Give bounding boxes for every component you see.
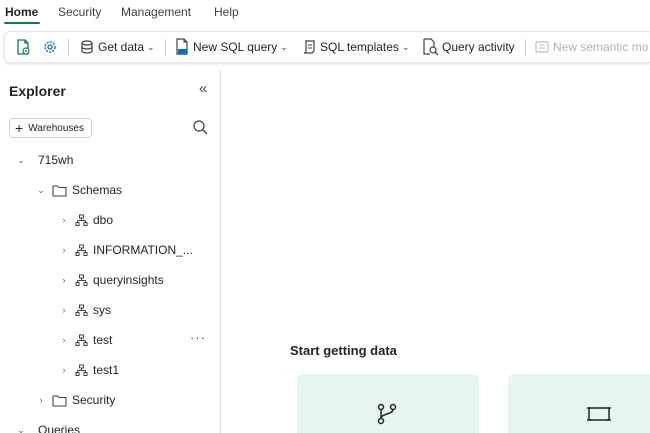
tree-item-schema[interactable]: › INFORMATION_... <box>59 240 193 260</box>
document-search-icon <box>423 38 439 56</box>
menu-help[interactable]: Help <box>214 5 239 19</box>
schema-icon <box>75 364 88 376</box>
tree-item-label: Queries <box>38 423 81 433</box>
tree-item-label: dbo <box>93 213 114 227</box>
new-sql-query-button[interactable]: New SQL query ⌄ <box>174 32 288 62</box>
tree-item-warehouse[interactable]: ⌄ 715wh <box>16 150 73 170</box>
tree-item-label: INFORMATION_... <box>93 243 193 257</box>
table-icon <box>587 407 611 421</box>
more-options-icon[interactable]: ··· <box>190 330 206 345</box>
toolbar-separator <box>68 39 69 56</box>
database-icon <box>81 40 93 54</box>
new-sql-query-label: New SQL query <box>193 40 278 54</box>
collapse-pane-icon[interactable]: « <box>199 80 207 97</box>
tree-item-label: test1 <box>93 363 120 377</box>
explorer-title: Explorer <box>9 83 66 99</box>
chevron-down-icon: ⌄ <box>17 154 25 165</box>
chevron-right-icon: › <box>39 395 43 405</box>
folder-icon <box>52 394 67 407</box>
plus-icon: + <box>15 120 24 136</box>
tree-item-label: Security <box>72 393 116 407</box>
chevron-down-icon: ⌄ <box>147 41 155 52</box>
chevron-right-icon: › <box>62 365 66 375</box>
document-sync-icon <box>17 39 30 55</box>
get-data-button[interactable]: Get data ⌄ <box>79 32 155 62</box>
tree-item-security[interactable]: › Security <box>36 390 116 410</box>
script-template-icon <box>303 40 315 54</box>
toolbar-separator <box>525 39 526 56</box>
schema-icon <box>75 304 88 316</box>
chevron-right-icon: › <box>62 245 66 255</box>
menu-home-underline <box>4 22 40 24</box>
chevron-right-icon: › <box>62 305 66 315</box>
schema-icon <box>75 244 88 256</box>
schema-icon <box>75 334 88 346</box>
menu-management[interactable]: Management <box>121 5 191 19</box>
chevron-right-icon: › <box>62 335 66 345</box>
add-warehouses-label: Warehouses <box>28 122 84 134</box>
add-warehouses-button[interactable]: + Warehouses <box>9 118 92 138</box>
tree-item-schema[interactable]: › test ··· <box>59 330 211 350</box>
menu-security[interactable]: Security <box>58 5 101 19</box>
dataflow-card[interactable] <box>508 374 650 433</box>
new-semantic-model-label: New semantic mo <box>553 40 649 54</box>
menu-home[interactable]: Home <box>5 5 38 19</box>
chevron-down-icon: ⌄ <box>37 184 45 195</box>
tree-item-schema[interactable]: › dbo <box>59 210 114 230</box>
sql-templates-label: SQL templates <box>320 40 399 54</box>
query-activity-label: Query activity <box>442 40 515 54</box>
chevron-down-icon: ⌄ <box>401 41 410 52</box>
schema-icon <box>75 274 88 286</box>
chevron-down-icon: ⌄ <box>17 424 25 433</box>
explorer-panel: Explorer « + Warehouses ⌄ 715wh ⌄ Schema… <box>0 70 221 433</box>
get-data-label: Get data <box>98 40 145 54</box>
tree-item-schema[interactable]: › sys <box>59 300 112 320</box>
ribbon-toolbar: Get data ⌄ New SQL query ⌄ SQL templates… <box>4 31 650 63</box>
pipeline-card[interactable] <box>297 374 479 433</box>
toolbar-separator <box>165 39 166 56</box>
tree-item-label: 715wh <box>38 153 74 167</box>
menu-bar: Home Security Management Help <box>0 0 650 26</box>
folder-icon <box>52 184 67 197</box>
tree-item-schema[interactable]: › queryinsights <box>59 270 164 290</box>
query-activity-button[interactable]: Query activity <box>421 32 515 62</box>
chevron-right-icon: › <box>62 215 66 225</box>
search-icon[interactable] <box>192 119 208 135</box>
new-item-button[interactable] <box>14 32 32 62</box>
start-getting-data-title: Start getting data <box>290 343 397 358</box>
tree-item-label: Schemas <box>72 183 123 197</box>
sql-templates-button[interactable]: SQL templates ⌄ <box>301 32 409 62</box>
sql-file-icon <box>176 38 188 55</box>
tree-item-label: sys <box>93 303 111 317</box>
gear-icon <box>44 41 56 53</box>
tree-item-queries[interactable]: ⌄ Queries <box>16 420 80 433</box>
new-semantic-model-button[interactable]: New semantic mo <box>534 32 648 62</box>
semantic-model-icon <box>535 41 549 53</box>
chevron-down-icon: ⌄ <box>280 41 288 52</box>
tree-item-schema[interactable]: › test1 <box>59 360 120 380</box>
tree-item-label: test <box>93 333 113 347</box>
tree-item-schemas[interactable]: ⌄ Schemas <box>36 180 122 200</box>
branch-icon <box>377 403 397 425</box>
schema-icon <box>75 214 88 226</box>
settings-button[interactable] <box>41 32 59 62</box>
chevron-right-icon: › <box>62 275 66 285</box>
tree-item-label: queryinsights <box>93 273 164 287</box>
